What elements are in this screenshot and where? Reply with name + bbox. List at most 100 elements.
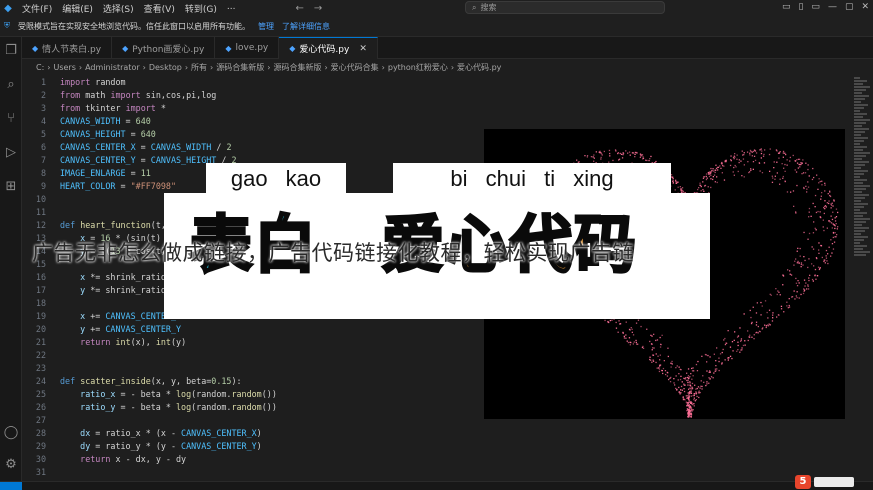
heart-particle bbox=[825, 257, 828, 259]
line-number: 26 bbox=[35, 401, 46, 412]
heart-particle bbox=[833, 199, 835, 201]
heart-particle bbox=[590, 156, 593, 158]
heart-particle bbox=[793, 264, 795, 266]
forward-arrow-icon[interactable]: → bbox=[314, 3, 322, 14]
line-number: 28 bbox=[35, 427, 46, 438]
run-debug-icon[interactable]: ▷ bbox=[3, 145, 19, 161]
heart-particle bbox=[672, 180, 674, 182]
heart-particle bbox=[670, 366, 672, 368]
explorer-icon[interactable]: ❐ bbox=[3, 43, 19, 59]
heart-particle bbox=[642, 158, 644, 160]
heart-particle bbox=[601, 154, 603, 156]
heart-particle bbox=[724, 337, 726, 340]
minimap-line bbox=[854, 89, 866, 91]
breadcrumb-item[interactable]: 所有 bbox=[191, 62, 207, 73]
code-line[interactable]: 30 return x - dx, y - dy bbox=[22, 452, 852, 465]
learn-more-link[interactable]: 了解详细信息 bbox=[282, 21, 330, 32]
heart-particle bbox=[803, 279, 806, 281]
menu-view[interactable]: 查看(V) bbox=[144, 2, 175, 15]
heart-particle bbox=[802, 172, 805, 174]
line-source: def scatter_inside(x, y, beta=0.15): bbox=[60, 375, 242, 386]
heart-particle bbox=[753, 334, 755, 336]
code-line[interactable]: 1 import random bbox=[22, 75, 852, 88]
manage-link[interactable]: 管理 bbox=[258, 21, 274, 32]
menu-file[interactable]: 文件(F) bbox=[22, 2, 52, 15]
heart-particle bbox=[723, 339, 725, 341]
breadcrumb-item[interactable]: Users bbox=[53, 63, 75, 72]
heart-particle bbox=[674, 384, 676, 386]
heart-particle bbox=[761, 305, 763, 307]
close-window-button[interactable]: ✕ bbox=[861, 2, 869, 12]
heart-particle bbox=[687, 381, 689, 383]
minimap-line bbox=[854, 221, 866, 223]
code-line[interactable]: 28 dx = ratio_x * (x - CANVAS_CENTER_X) bbox=[22, 426, 852, 439]
heart-particle bbox=[805, 185, 807, 187]
layout-panel-icon[interactable]: ▯ bbox=[798, 2, 803, 12]
breadcrumb-item[interactable]: Administrator bbox=[85, 63, 140, 72]
heart-particle bbox=[722, 348, 724, 351]
heart-particle bbox=[697, 188, 699, 191]
heart-particle bbox=[763, 162, 766, 164]
heart-particle bbox=[797, 280, 799, 282]
menu-selection[interactable]: 选择(S) bbox=[103, 2, 134, 15]
heart-particle bbox=[818, 178, 820, 180]
heart-particle bbox=[823, 205, 826, 208]
layout-secondary-icon[interactable]: ▭ bbox=[811, 2, 820, 12]
layout-sidebar-icon[interactable]: ▭ bbox=[782, 2, 791, 12]
breadcrumb-item[interactable]: python红粉爱心 bbox=[388, 62, 448, 73]
breadcrumb-item[interactable]: 源码合集新版 bbox=[216, 62, 264, 73]
extensions-icon[interactable]: ⊞ bbox=[3, 179, 19, 195]
breadcrumb-separator: › bbox=[450, 62, 455, 72]
code-line[interactable]: 29 dy = ratio_y * (y - CANVAS_CENTER_Y) bbox=[22, 439, 852, 452]
code-line[interactable]: 2 from math import sin,cos,pi,log bbox=[22, 88, 852, 101]
code-line[interactable]: 4 CANVAS_WIDTH = 640 bbox=[22, 114, 852, 127]
vscode-logo-icon: ◆ bbox=[4, 2, 12, 14]
tab-aixin-daima[interactable]: ◆ 爱心代码.py ✕ bbox=[279, 37, 378, 59]
minimize-button[interactable]: — bbox=[828, 2, 837, 12]
source-control-icon[interactable]: ⑂ bbox=[3, 111, 19, 127]
maximize-button[interactable]: ▢ bbox=[845, 2, 854, 12]
back-arrow-icon[interactable]: ← bbox=[295, 3, 303, 14]
menu-more[interactable]: ... bbox=[227, 2, 236, 15]
heart-particle bbox=[780, 305, 783, 307]
remote-indicator[interactable] bbox=[0, 482, 22, 490]
tab-qingrenjie[interactable]: ◆ 情人节表白.py bbox=[22, 37, 113, 59]
search-icon[interactable]: ⌕ bbox=[3, 77, 19, 93]
close-tab-icon[interactable]: ✕ bbox=[359, 44, 367, 54]
command-search[interactable]: ⌕ 搜索 bbox=[465, 1, 665, 14]
heart-particle bbox=[834, 217, 836, 219]
breadcrumb-item[interactable]: Desktop bbox=[149, 63, 182, 72]
breadcrumb-item[interactable]: 源码合集新版 bbox=[273, 62, 321, 73]
heart-particle bbox=[834, 220, 837, 222]
account-icon[interactable]: ◯ bbox=[3, 425, 19, 441]
heart-particle bbox=[692, 367, 694, 369]
code-line[interactable]: 3 from tkinter import * bbox=[22, 101, 852, 114]
breadcrumb-item[interactable]: 爱心代码.py bbox=[457, 62, 501, 73]
heart-particle bbox=[786, 159, 788, 161]
minimap[interactable] bbox=[852, 75, 873, 480]
tab-love[interactable]: ◆ love.py bbox=[215, 37, 280, 59]
heart-particle bbox=[807, 288, 810, 290]
tab-label: Python画爱心.py bbox=[132, 44, 205, 55]
code-line[interactable]: 31 bbox=[22, 465, 852, 478]
heart-particle bbox=[719, 165, 721, 167]
heart-particle bbox=[743, 313, 745, 315]
heart-particle bbox=[737, 170, 739, 173]
heart-particle bbox=[800, 293, 802, 296]
menu-edit[interactable]: 编辑(E) bbox=[62, 2, 93, 15]
heart-particle bbox=[661, 334, 663, 336]
heart-particle bbox=[688, 394, 690, 396]
line-number: 18 bbox=[35, 297, 46, 308]
heart-particle bbox=[649, 158, 651, 160]
breadcrumb-item[interactable]: 爱心代码合集 bbox=[331, 62, 379, 73]
heart-particle bbox=[669, 381, 672, 383]
breadcrumb-item[interactable]: C: bbox=[36, 63, 44, 72]
menu-go[interactable]: 转到(G) bbox=[185, 2, 217, 15]
tab-python-aixin[interactable]: ◆ Python画爱心.py bbox=[112, 37, 216, 59]
heart-particle bbox=[707, 354, 709, 357]
heart-particle bbox=[659, 359, 661, 361]
settings-gear-icon[interactable]: ⚙ bbox=[3, 457, 19, 473]
heart-particle bbox=[800, 163, 802, 166]
heart-particle bbox=[794, 160, 796, 162]
heart-particle bbox=[754, 150, 757, 152]
